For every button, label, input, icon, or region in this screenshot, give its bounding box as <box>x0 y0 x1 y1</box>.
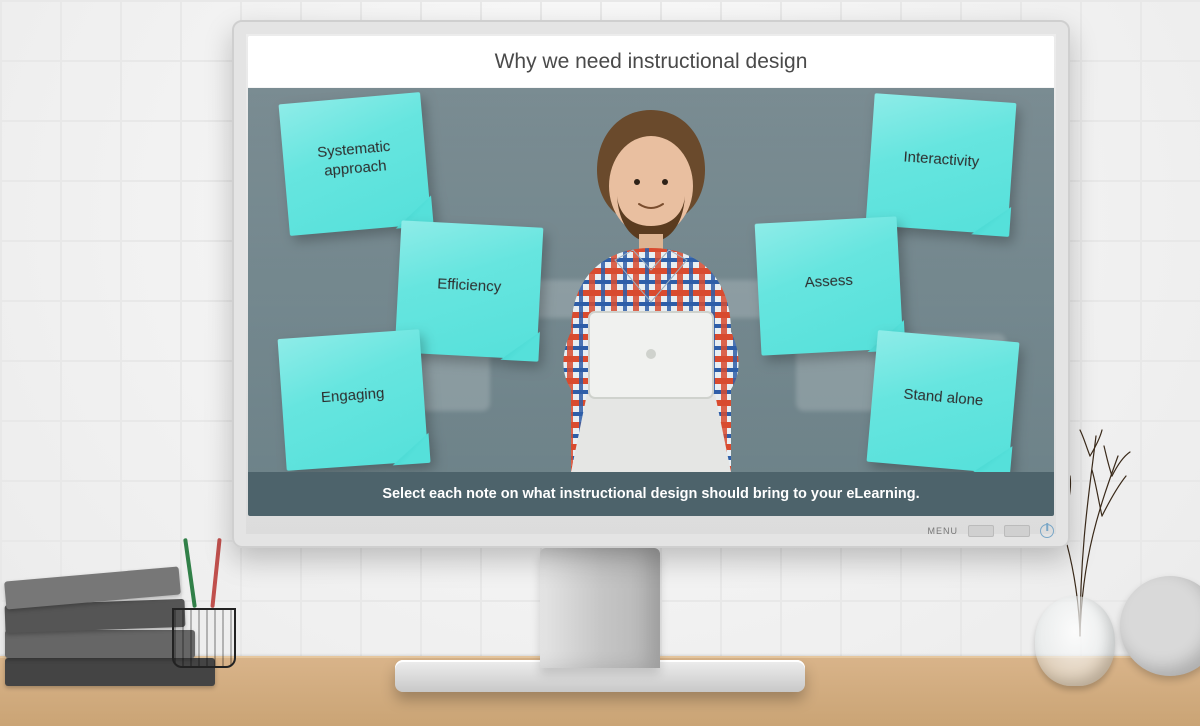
sticky-note-label: Assess <box>804 271 853 292</box>
monitor-stand-neck <box>540 548 660 668</box>
sticky-note-engaging[interactable]: Engaging <box>278 329 429 471</box>
slide-body: Systematic approach Efficiency Engaging … <box>248 88 1054 472</box>
power-icon[interactable] <box>1040 524 1054 538</box>
sticky-note-label: Efficiency <box>437 275 502 297</box>
sticky-note-stand-alone[interactable]: Stand alone <box>867 330 1020 472</box>
monitor-menu-label: MENU <box>928 526 959 536</box>
slide-instruction: Select each note on what instructional d… <box>248 472 1054 516</box>
elearning-slide: Why we need instructional design <box>248 36 1054 516</box>
monitor-bezel: Why we need instructional design <box>248 36 1054 516</box>
sticky-note-interactivity[interactable]: Interactivity <box>866 93 1017 235</box>
monitor-control-bar: MENU <box>248 522 1054 540</box>
monitor: Why we need instructional design <box>232 20 1070 548</box>
monitor-button-2[interactable] <box>1004 525 1030 537</box>
monitor-button-1[interactable] <box>968 525 994 537</box>
sticky-note-systematic-approach[interactable]: Systematic approach <box>279 92 432 236</box>
slide-title: Why we need instructional design <box>248 36 1054 88</box>
